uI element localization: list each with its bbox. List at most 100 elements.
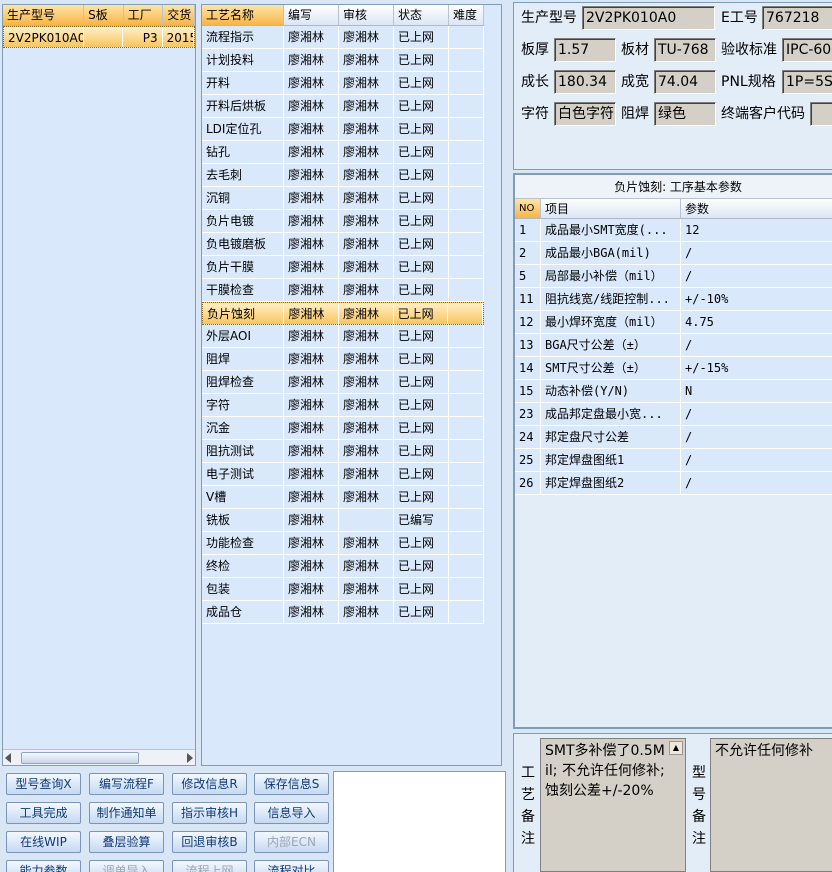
table-row[interactable]: 沉金 廖湘林 廖湘林 已上网 [202, 417, 484, 440]
col-s-board[interactable]: S板 [84, 5, 124, 25]
table-row[interactable]: 5 局部最小补偿（mil） / [515, 265, 832, 288]
app-window: 生产型号 S板 工厂 交货 2V2PK010A0 P3 2015 工艺名称 编写… [0, 0, 832, 872]
scroll-right-icon[interactable] [187, 753, 193, 763]
action-button[interactable]: 指示审核H [172, 802, 247, 824]
scroll-left-icon[interactable] [5, 753, 11, 763]
table-row[interactable]: 终检 廖湘林 廖湘林 已上网 [202, 555, 484, 578]
remark-scroll-up-icon[interactable]: ▲ [669, 741, 683, 755]
table-row[interactable]: 11 阻抗线宽/线距控制... +/-10% [515, 288, 832, 311]
action-button[interactable]: 流程对比 [254, 860, 329, 872]
table-row[interactable]: 24 邦定盘尺寸公差 / [515, 426, 832, 449]
length-field[interactable]: 180.34 [554, 70, 616, 94]
table-row[interactable]: 负片电镀 廖湘林 廖湘林 已上网 [202, 210, 484, 233]
product-model-field[interactable]: 2V2PK010A0 [582, 6, 715, 30]
process-rows: 流程指示 廖湘林 廖湘林 已上网 计划投料 廖湘林 廖湘林 已上网 开料 廖湘林 廖湘林 已上网 开料后… [202, 26, 501, 624]
action-button[interactable]: 调单导入 [89, 860, 164, 872]
action-button[interactable]: 内部ECN [254, 831, 329, 853]
cell: 已上网 [394, 118, 449, 140]
action-button[interactable]: 编写流程F [89, 773, 164, 795]
col-reviewer[interactable]: 审核 [339, 5, 394, 25]
col-difficulty[interactable]: 难度 [449, 5, 484, 25]
table-row[interactable]: 14 SMT尺寸公差（±） +/-15% [515, 357, 832, 380]
table-row[interactable]: 12 最小焊环宽度（mil） 4.75 [515, 311, 832, 334]
table-row[interactable]: 13 BGA尺寸公差（±） / [515, 334, 832, 357]
table-row[interactable]: 负片蚀刻 廖湘林 廖湘林 已上网 [202, 302, 484, 325]
action-button[interactable]: 保存信息S [254, 773, 329, 795]
pnl-field[interactable]: 1P=5S= [782, 70, 832, 94]
horizontal-scrollbar[interactable] [3, 749, 195, 765]
table-row[interactable]: 26 邦定焊盘图纸2/ [515, 472, 832, 495]
e-no-field[interactable]: 767218 [762, 6, 832, 30]
action-button[interactable]: 工具完成 [6, 802, 81, 824]
col-process-name[interactable]: 工艺名称 [202, 5, 284, 25]
table-row[interactable]: 2V2PK010A0 P3 2015 [3, 26, 195, 48]
action-button[interactable]: 叠层验算 [89, 831, 164, 853]
cell: 廖湘林 [284, 164, 339, 186]
table-row[interactable]: 1 成品最小SMT宽度(... 12 [515, 219, 832, 242]
cell [449, 555, 484, 577]
table-row[interactable]: 开料 廖湘林 廖湘林 已上网 [202, 72, 484, 95]
table-row[interactable]: 铣板 廖湘林 已编写 [202, 509, 484, 532]
table-row[interactable]: 功能检查 廖湘林 廖湘林 已上网 [202, 532, 484, 555]
cell: 廖湘林 [339, 463, 394, 485]
col-item[interactable]: 项目 [541, 199, 681, 218]
standard-field[interactable]: IPC-601 [782, 38, 832, 62]
table-row[interactable]: 25 邦定焊盘图纸1/ [515, 449, 832, 472]
material-field[interactable]: TU-768 [654, 38, 716, 62]
table-row[interactable]: 负片干膜 廖湘林 廖湘林 已上网 [202, 256, 484, 279]
cell: / [681, 242, 832, 264]
table-row[interactable]: 流程指示 廖湘林 廖湘林 已上网 [202, 26, 484, 49]
table-row[interactable]: V槽 廖湘林 廖湘林 已上网 [202, 486, 484, 509]
action-button[interactable]: 修改信息R [172, 773, 247, 795]
table-row[interactable]: 字符 廖湘林 廖湘林 已上网 [202, 394, 484, 417]
table-row[interactable]: 去毛刺 廖湘林 廖湘林 已上网 [202, 164, 484, 187]
col-delivery[interactable]: 交货 [163, 5, 195, 25]
cell [449, 371, 484, 393]
table-row[interactable]: 负电镀磨板 廖湘林 廖湘林 已上网 [202, 233, 484, 256]
col-no[interactable]: NO [515, 199, 541, 218]
table-row[interactable]: 2 成品最小BGA(mil) / [515, 242, 832, 265]
table-row[interactable]: 电子测试 廖湘林 廖湘林 已上网 [202, 463, 484, 486]
table-row[interactable]: 阻焊 廖湘林 廖湘林 已上网 [202, 348, 484, 371]
width-field[interactable]: 74.04 [654, 70, 716, 94]
col-model[interactable]: 生产型号 [3, 5, 85, 25]
table-row[interactable]: 计划投料 廖湘林 廖湘林 已上网 [202, 49, 484, 72]
action-button[interactable]: 型号查询X [6, 773, 81, 795]
table-row[interactable]: 15 动态补偿(Y/N) N [515, 380, 832, 403]
table-row[interactable]: 阻焊检查 廖湘林 廖湘林 已上网 [202, 371, 484, 394]
cell: 廖湘林 [284, 371, 339, 393]
char-field[interactable]: 白色字符 [554, 102, 616, 126]
action-button[interactable]: 信息导入 [254, 802, 329, 824]
action-button[interactable]: 回退审核B [172, 831, 247, 853]
col-status[interactable]: 状态 [394, 5, 449, 25]
action-button[interactable]: 制作通知单 [89, 802, 164, 824]
models-grid[interactable]: 生产型号 S板 工厂 交货 2V2PK010A0 P3 2015 [2, 4, 196, 766]
table-row[interactable]: 阻抗测试 廖湘林 廖湘林 已上网 [202, 440, 484, 463]
action-button[interactable]: 流程上网 [172, 860, 247, 872]
cell: 廖湘林 [284, 509, 339, 531]
cell [449, 233, 484, 255]
customer-field[interactable] [810, 102, 832, 126]
col-writer[interactable]: 编写 [284, 5, 339, 25]
process-grid[interactable]: 工艺名称 编写 审核 状态 难度 流程指示 廖湘林 廖湘林 已上网 计划投料 廖湘林 廖湘林… [201, 4, 502, 766]
col-factory[interactable]: 工厂 [124, 5, 164, 25]
table-row[interactable]: 23 成品邦定盘最小宽... / [515, 403, 832, 426]
scroll-thumb[interactable] [21, 752, 139, 764]
col-param[interactable]: 参数 [681, 199, 832, 218]
table-row[interactable]: LDI定位孔 廖湘林 廖湘林 已上网 [202, 118, 484, 141]
model-remark-field[interactable]: 不允许任何修补 [710, 738, 832, 872]
action-button[interactable]: 能力参数 [6, 860, 81, 872]
e-no-label: E工号 [721, 10, 758, 26]
process-remark-field[interactable]: SMT多补偿了0.5Mil; 不允许任何修补; 蚀刻公差+/-20% ▲ [540, 738, 686, 872]
table-row[interactable]: 钻孔 廖湘林 廖湘林 已上网 [202, 141, 484, 164]
table-row[interactable]: 开料后烘板 廖湘林 廖湘林 已上网 [202, 95, 484, 118]
table-row[interactable]: 沉铜 廖湘林 廖湘林 已上网 [202, 187, 484, 210]
cell: 局部最小补偿（mil） [541, 265, 681, 287]
thickness-field[interactable]: 1.57 [554, 38, 616, 62]
table-row[interactable]: 干膜检查 廖湘林 廖湘林 已上网 [202, 279, 484, 302]
table-row[interactable]: 包装 廖湘林 廖湘林 已上网 [202, 578, 484, 601]
action-button[interactable]: 在线WIP [6, 831, 81, 853]
table-row[interactable]: 成品仓 廖湘林 廖湘林 已上网 [202, 601, 484, 624]
mask-field[interactable]: 绿色 [654, 102, 716, 126]
table-row[interactable]: 外层AOI 廖湘林 廖湘林 已上网 [202, 325, 484, 348]
